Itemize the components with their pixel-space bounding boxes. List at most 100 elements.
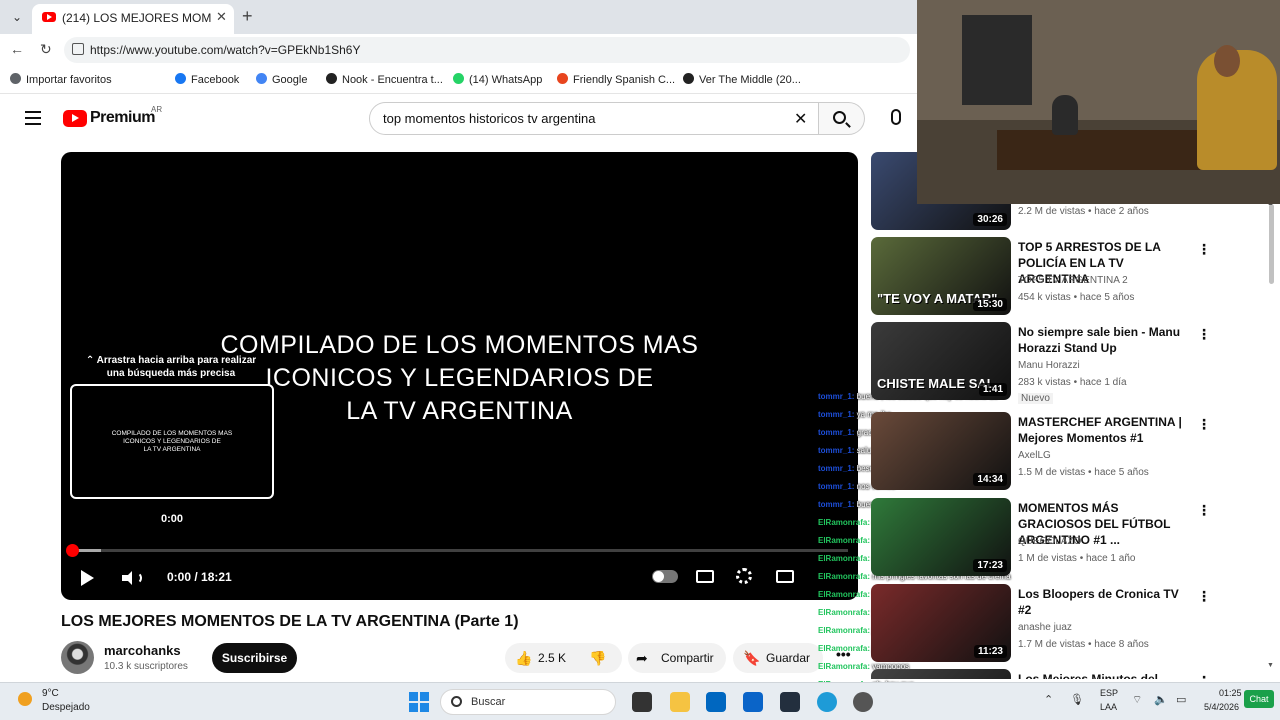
- recommendation-thumbnail[interactable]: 14:34: [871, 412, 1011, 490]
- taskbar-search[interactable]: Buscar: [440, 689, 616, 715]
- channel-avatar[interactable]: [61, 641, 94, 674]
- recommendation-thumbnail[interactable]: 17:23: [871, 498, 1011, 576]
- channel-name[interactable]: marcohanks: [104, 643, 181, 658]
- more-options-icon[interactable]: ⋮: [1197, 588, 1211, 605]
- recommendation-channel[interactable]: TOP5 TV ARGENTINA 2: [1018, 275, 1128, 286]
- search-input[interactable]: top momentos historicos tv argentina ✕: [369, 102, 819, 135]
- volume-icon[interactable]: [122, 571, 142, 585]
- recommendation-item[interactable]: Los Mejores Minutos del Quinto ⋮: [871, 669, 1261, 679]
- recommendation-item[interactable]: "TE VOY A MATAR" 15:30 TOP 5 ARRESTOS DE L…: [871, 237, 1261, 317]
- video-player[interactable]: COMPILADO DE LOS MOMENTOS MAS ICONICOS Y…: [61, 152, 858, 600]
- reload-icon[interactable]: ↻: [40, 41, 52, 58]
- start-icon[interactable]: [409, 692, 429, 712]
- bookmark-item[interactable]: Nook - Encuentra t...: [326, 73, 443, 86]
- recommendation-item[interactable]: 11:23 Los Bloopers de Cronica TV #2 anashe…: [871, 584, 1261, 664]
- logo-text[interactable]: Premium: [90, 109, 155, 127]
- bookmark-item[interactable]: Google: [256, 73, 307, 86]
- subscribe-button[interactable]: Suscribirse: [212, 643, 297, 673]
- settings-icon[interactable]: [736, 568, 752, 584]
- clock-time[interactable]: 01:25: [1219, 688, 1242, 698]
- like-count[interactable]: 2.5 K: [538, 643, 566, 673]
- chat-username: ElRamonrafa:: [818, 626, 871, 635]
- more-options-icon[interactable]: ⋮: [1197, 502, 1211, 519]
- recommendation-thumbnail[interactable]: [871, 669, 1011, 679]
- recommendation-channel[interactable]: AxelLG: [1018, 450, 1051, 461]
- weather-desc[interactable]: Despejado: [42, 702, 90, 713]
- recommendation-title[interactable]: MASTERCHEF ARGENTINA | Mejores Momentos …: [1018, 414, 1188, 446]
- recommendation-thumbnail[interactable]: "TE VOY A MATAR" 15:30: [871, 237, 1011, 315]
- scroll-down-icon[interactable]: ▼: [1267, 662, 1274, 669]
- more-options-icon[interactable]: ⋮: [1197, 241, 1211, 258]
- recommendation-title[interactable]: Los Bloopers de Cronica TV #2: [1018, 586, 1188, 618]
- volume-tray-icon[interactable]: 🔈: [1154, 693, 1168, 706]
- battery-icon[interactable]: ▭: [1176, 693, 1186, 706]
- show-hidden-icons-icon[interactable]: ⌃: [1044, 693, 1053, 706]
- site-info-icon[interactable]: [72, 43, 84, 55]
- url-text: https://www.youtube.com/watch?v=GPEkNb1S…: [90, 43, 361, 57]
- bookmark-item[interactable]: (14) WhatsApp: [453, 73, 542, 86]
- file-explorer-icon[interactable]: [670, 692, 690, 712]
- scrollbar[interactable]: ▲ ▼: [1266, 200, 1276, 674]
- weather-icon[interactable]: [18, 692, 32, 706]
- clear-search-icon[interactable]: ✕: [794, 109, 807, 129]
- youtube-favicon-icon: [42, 12, 56, 22]
- recommendation-thumbnail[interactable]: CHISTE MALE SAL 1:41: [871, 322, 1011, 400]
- more-options-icon[interactable]: ⋮: [1197, 416, 1211, 433]
- recommendation-item[interactable]: 17:23 MOMENTOS MÁS GRACIOSOS DEL FÚTBOL A…: [871, 498, 1261, 578]
- bookmark-favicon-icon: [683, 73, 694, 84]
- recommendation-title[interactable]: Los Mejores Minutos del Quinto: [1018, 671, 1188, 679]
- bookmark-item[interactable]: Facebook: [175, 73, 239, 86]
- bookmark-item[interactable]: Ver The Middle (20...: [683, 73, 801, 86]
- close-tab-icon[interactable]: ✕: [216, 9, 227, 25]
- outlook-icon[interactable]: [743, 692, 763, 712]
- bookmark-item[interactable]: Importar favoritos: [10, 73, 112, 86]
- language-code[interactable]: ESP: [1100, 688, 1118, 698]
- recommendation-channel[interactable]: QUEGOLAZO: [1018, 536, 1081, 547]
- address-bar[interactable]: https://www.youtube.com/watch?v=GPEkNb1S…: [64, 37, 910, 63]
- task-view-icon[interactable]: [632, 692, 652, 712]
- recommendation-item[interactable]: 14:34 MASTERCHEF ARGENTINA | Mejores Mome…: [871, 412, 1261, 492]
- clock-date[interactable]: 5/4/2026: [1204, 702, 1239, 712]
- store-icon[interactable]: [706, 692, 726, 712]
- bookmark-item[interactable]: Friendly Spanish C...: [557, 73, 675, 86]
- back-icon[interactable]: ←: [10, 41, 24, 57]
- tab-list-icon[interactable]: ⌄: [6, 7, 28, 27]
- browser-tab-active[interactable]: (214) LOS MEJORES MOMENTOS ✕: [32, 4, 234, 34]
- more-options-icon[interactable]: ⋮: [1197, 673, 1211, 679]
- recommendation-item[interactable]: CHISTE MALE SAL 1:41 No siempre sale bien …: [871, 322, 1261, 412]
- more-options-icon[interactable]: ⋮: [1197, 326, 1211, 343]
- chat-button[interactable]: Chat: [1244, 690, 1274, 708]
- play-icon[interactable]: [81, 570, 94, 586]
- theater-mode-icon[interactable]: [776, 570, 794, 583]
- scrubber-handle[interactable]: [66, 544, 79, 557]
- autoplay-toggle[interactable]: [652, 570, 678, 583]
- save-button[interactable]: 🔖 Guardar: [733, 643, 823, 673]
- share-button[interactable]: ➦ Compartir: [628, 643, 726, 673]
- like-icon[interactable]: 👍: [515, 643, 532, 673]
- duration-badge: 30:26: [973, 213, 1007, 226]
- edge-icon[interactable]: [817, 692, 837, 712]
- recommendation-thumbnail[interactable]: 11:23: [871, 584, 1011, 662]
- keyboard-layout[interactable]: LAA: [1100, 702, 1117, 712]
- microphone-icon[interactable]: [891, 109, 901, 125]
- menu-icon[interactable]: [25, 111, 41, 125]
- search-button[interactable]: [819, 102, 865, 135]
- recommendation-channel[interactable]: Manu Horazzi: [1018, 360, 1080, 371]
- wifi-icon[interactable]: ⌔: [1132, 693, 1142, 707]
- recommendation-title[interactable]: No siempre sale bien - Manu Horazzi Stan…: [1018, 324, 1188, 356]
- time-display: 0:00 / 18:21: [167, 570, 232, 584]
- recommendation-channel[interactable]: anashe juaz: [1018, 622, 1072, 633]
- chat-username: ElRamonrafa:: [818, 608, 871, 617]
- youtube-logo-icon[interactable]: [63, 110, 87, 127]
- progress-bar[interactable]: [66, 544, 848, 557]
- amazon-icon[interactable]: [780, 692, 800, 712]
- weather-temp[interactable]: 9°C: [42, 688, 59, 699]
- chat-username: ElRamonrafa:: [818, 572, 871, 581]
- dislike-icon[interactable]: 👎: [589, 643, 606, 673]
- new-tab-icon[interactable]: +: [242, 6, 253, 27]
- scroll-thumb[interactable]: [1269, 204, 1274, 284]
- subtitles-icon[interactable]: [696, 570, 714, 583]
- chat-username: ElRamonrafa:: [818, 536, 871, 545]
- microphone-tray-icon[interactable]: 🎙: [1070, 693, 1084, 706]
- obs-icon[interactable]: [853, 692, 873, 712]
